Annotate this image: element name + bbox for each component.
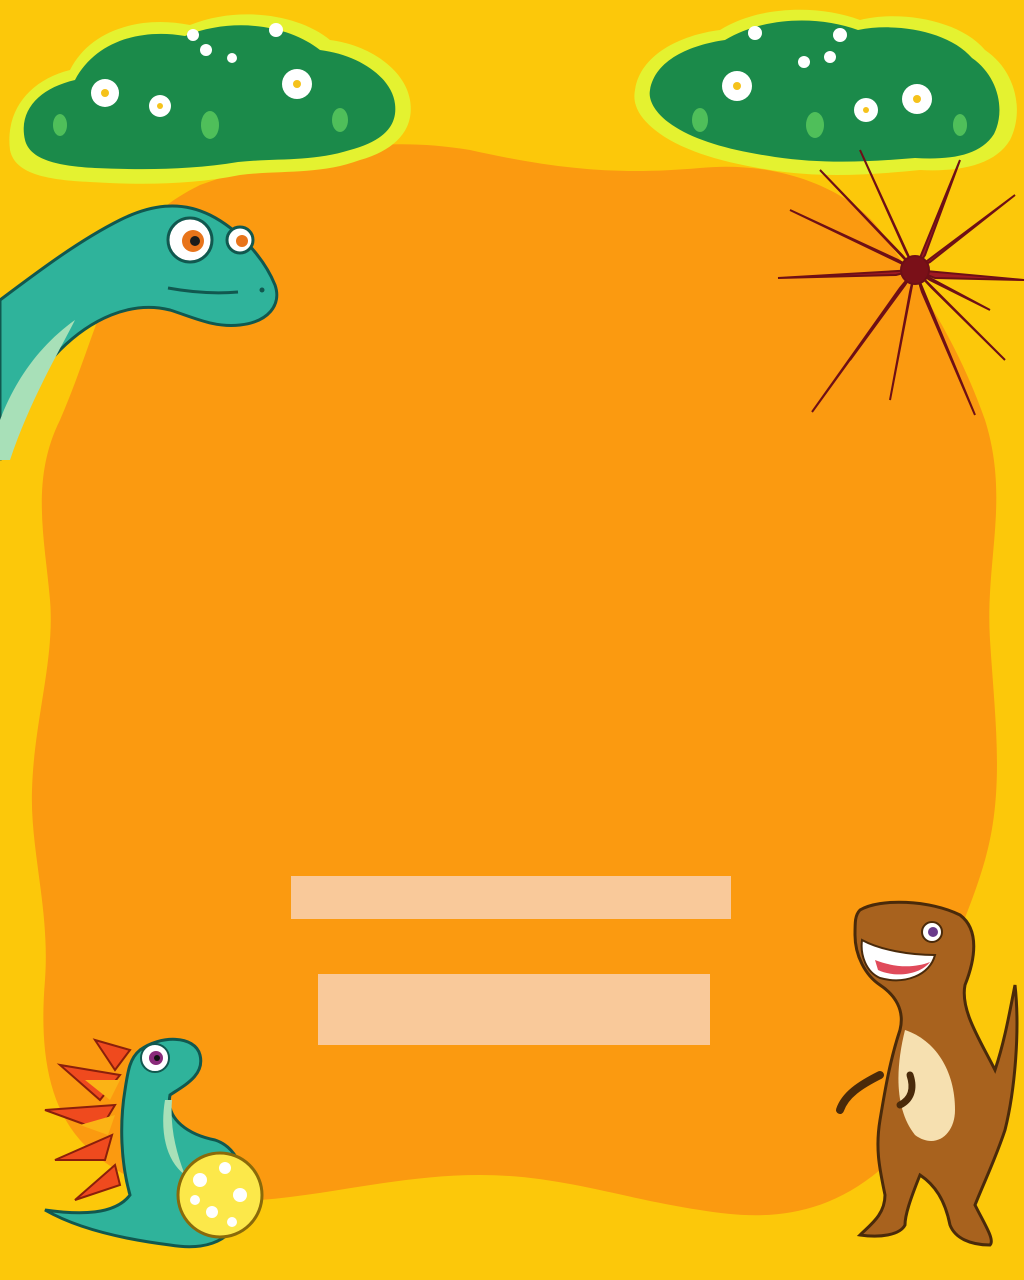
background-illustration xyxy=(0,0,1024,1280)
egg-icon xyxy=(176,1151,264,1239)
invitation-canvas xyxy=(0,0,1024,1280)
placeholder-bar-bottom xyxy=(318,974,710,1045)
placeholder-bar-top xyxy=(291,876,731,919)
